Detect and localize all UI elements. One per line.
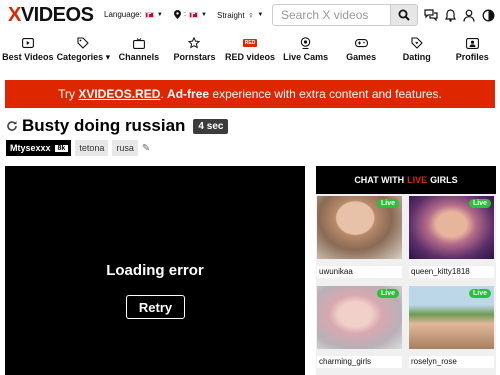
language-label: Language: (104, 10, 142, 19)
top-bar: XVIDEOS Language: ▼ : ▼ Straight ♀ ▼ Sea… (0, 0, 500, 32)
tv-icon (132, 37, 145, 49)
cam-thumbnail[interactable]: Live (409, 286, 494, 349)
refresh-icon[interactable] (6, 120, 18, 132)
cam-thumbnail[interactable]: Live (317, 196, 402, 259)
orientation-label: Straight (217, 10, 245, 20)
user-icon[interactable] (462, 8, 476, 22)
language-selector[interactable]: Language: ▼ (104, 10, 163, 19)
nav-live-cams[interactable]: Live Cams (278, 36, 334, 68)
loading-error-message: Loading error (106, 262, 204, 279)
nav-label: RED videos (225, 52, 276, 62)
nav-label: Channels (118, 52, 160, 62)
nav-dating[interactable]: Dating (389, 36, 445, 68)
live-cams-panel: CHAT WITH LIVE GIRLS Live uwunikaa Live … (316, 166, 496, 375)
chat-bubbles-icon[interactable] (424, 8, 438, 22)
logo-x: X (8, 4, 21, 26)
cam-thumbnail[interactable]: Live (409, 196, 494, 259)
promo-text: Try (58, 87, 79, 101)
nav-best-videos[interactable]: Best Videos (0, 36, 56, 68)
nav-red-videos[interactable]: RED RED videos (222, 36, 278, 68)
chevron-down-icon: ▼ (200, 11, 207, 18)
female-symbol-icon: ♀ (247, 10, 255, 20)
nav-pornstars[interactable]: Pornstars (167, 36, 223, 68)
live-badge: Live (468, 289, 491, 298)
nav-profiles[interactable]: Profiles (445, 36, 500, 68)
location-selector[interactable]: : ▼ (174, 10, 207, 19)
cam-username[interactable]: roselyn_rose (409, 356, 494, 368)
gamepad-icon (354, 39, 368, 48)
tag-link[interactable]: rusa (112, 140, 138, 156)
edit-tags-pencil-icon[interactable]: ✎ (142, 143, 150, 154)
live-badge: Live (376, 199, 399, 208)
nav-label: Profiles (455, 52, 489, 62)
webcam-icon (300, 37, 311, 49)
video-title-row: Busty doing russian 4 sec (6, 116, 229, 136)
chevron-down-icon: ▼ (257, 12, 264, 18)
nav-label: Categories ▾ (56, 52, 111, 62)
search-input[interactable]: Search X videos (272, 4, 390, 26)
video-duration-badge: 4 sec (193, 118, 229, 134)
promo-text: experience with extra content and featur… (209, 87, 442, 101)
dark-mode-toggle-icon[interactable] (481, 8, 495, 22)
video-icon (21, 38, 34, 48)
nav-games[interactable]: Games (333, 36, 389, 68)
live-cams-header[interactable]: CHAT WITH LIVE GIRLS (316, 166, 496, 194)
canada-flag-icon (188, 11, 198, 18)
video-title: Busty doing russian (22, 116, 186, 135)
promo-highlight: Ad-free (167, 87, 210, 101)
nav-label: Dating (402, 52, 431, 62)
chevron-down-icon: ▼ (156, 11, 163, 18)
cam-username[interactable]: charming_girls (317, 356, 402, 368)
site-logo[interactable]: XVIDEOS (8, 4, 94, 27)
orientation-selector[interactable]: Straight ♀ ▼ (217, 10, 263, 20)
chat-header-text: GIRLS (430, 175, 458, 185)
heart-tag-icon (411, 37, 423, 49)
tags-icon (77, 37, 90, 49)
nav-label: Live Cams (283, 52, 329, 62)
separator: : (184, 11, 186, 18)
nav-label: Games (346, 52, 377, 62)
promo-text: . (160, 87, 168, 101)
video-player[interactable]: Loading error Retry (5, 166, 305, 375)
cam-username[interactable]: uwunikaa (317, 266, 402, 278)
video-tags: Mtysexxx 8k tetona rusa ✎ (6, 140, 150, 156)
nav-label: Best Videos (2, 52, 54, 62)
nav-channels[interactable]: Channels (111, 36, 167, 68)
uploader-name: Mtysexxx (10, 143, 51, 153)
retry-button[interactable]: Retry (126, 295, 185, 319)
nav-label: Pornstars (173, 52, 216, 62)
canada-flag-icon (144, 11, 154, 18)
live-badge: Live (376, 289, 399, 298)
cam-thumbnail[interactable]: Live (317, 286, 402, 349)
search-icon (398, 9, 410, 21)
chat-header-text: CHAT WITH (354, 175, 405, 185)
uploader-subscribers: 8k (54, 144, 69, 152)
nav-categories[interactable]: Categories ▾ (56, 36, 112, 68)
notification-bell-icon[interactable] (443, 8, 457, 22)
search-button[interactable] (390, 4, 418, 26)
live-badge: Live (468, 199, 491, 208)
logo-text: VIDEOS (20, 4, 94, 26)
location-pin-icon (174, 10, 181, 19)
main-nav: Best Videos Categories ▾ Channels Pornst… (0, 36, 500, 68)
tag-link[interactable]: tetona (75, 140, 109, 156)
chat-header-live: LIVE (407, 175, 428, 185)
cam-username[interactable]: queen_kitty1818 (409, 266, 494, 278)
star-icon (188, 37, 201, 49)
uploader-badge[interactable]: Mtysexxx 8k (6, 140, 72, 156)
profiles-icon (465, 37, 479, 49)
red-badge-icon: RED (242, 39, 258, 47)
red-promo-banner[interactable]: Try XVIDEOS.RED. Ad-free experience with… (5, 80, 495, 108)
promo-link[interactable]: XVIDEOS.RED (78, 87, 160, 101)
